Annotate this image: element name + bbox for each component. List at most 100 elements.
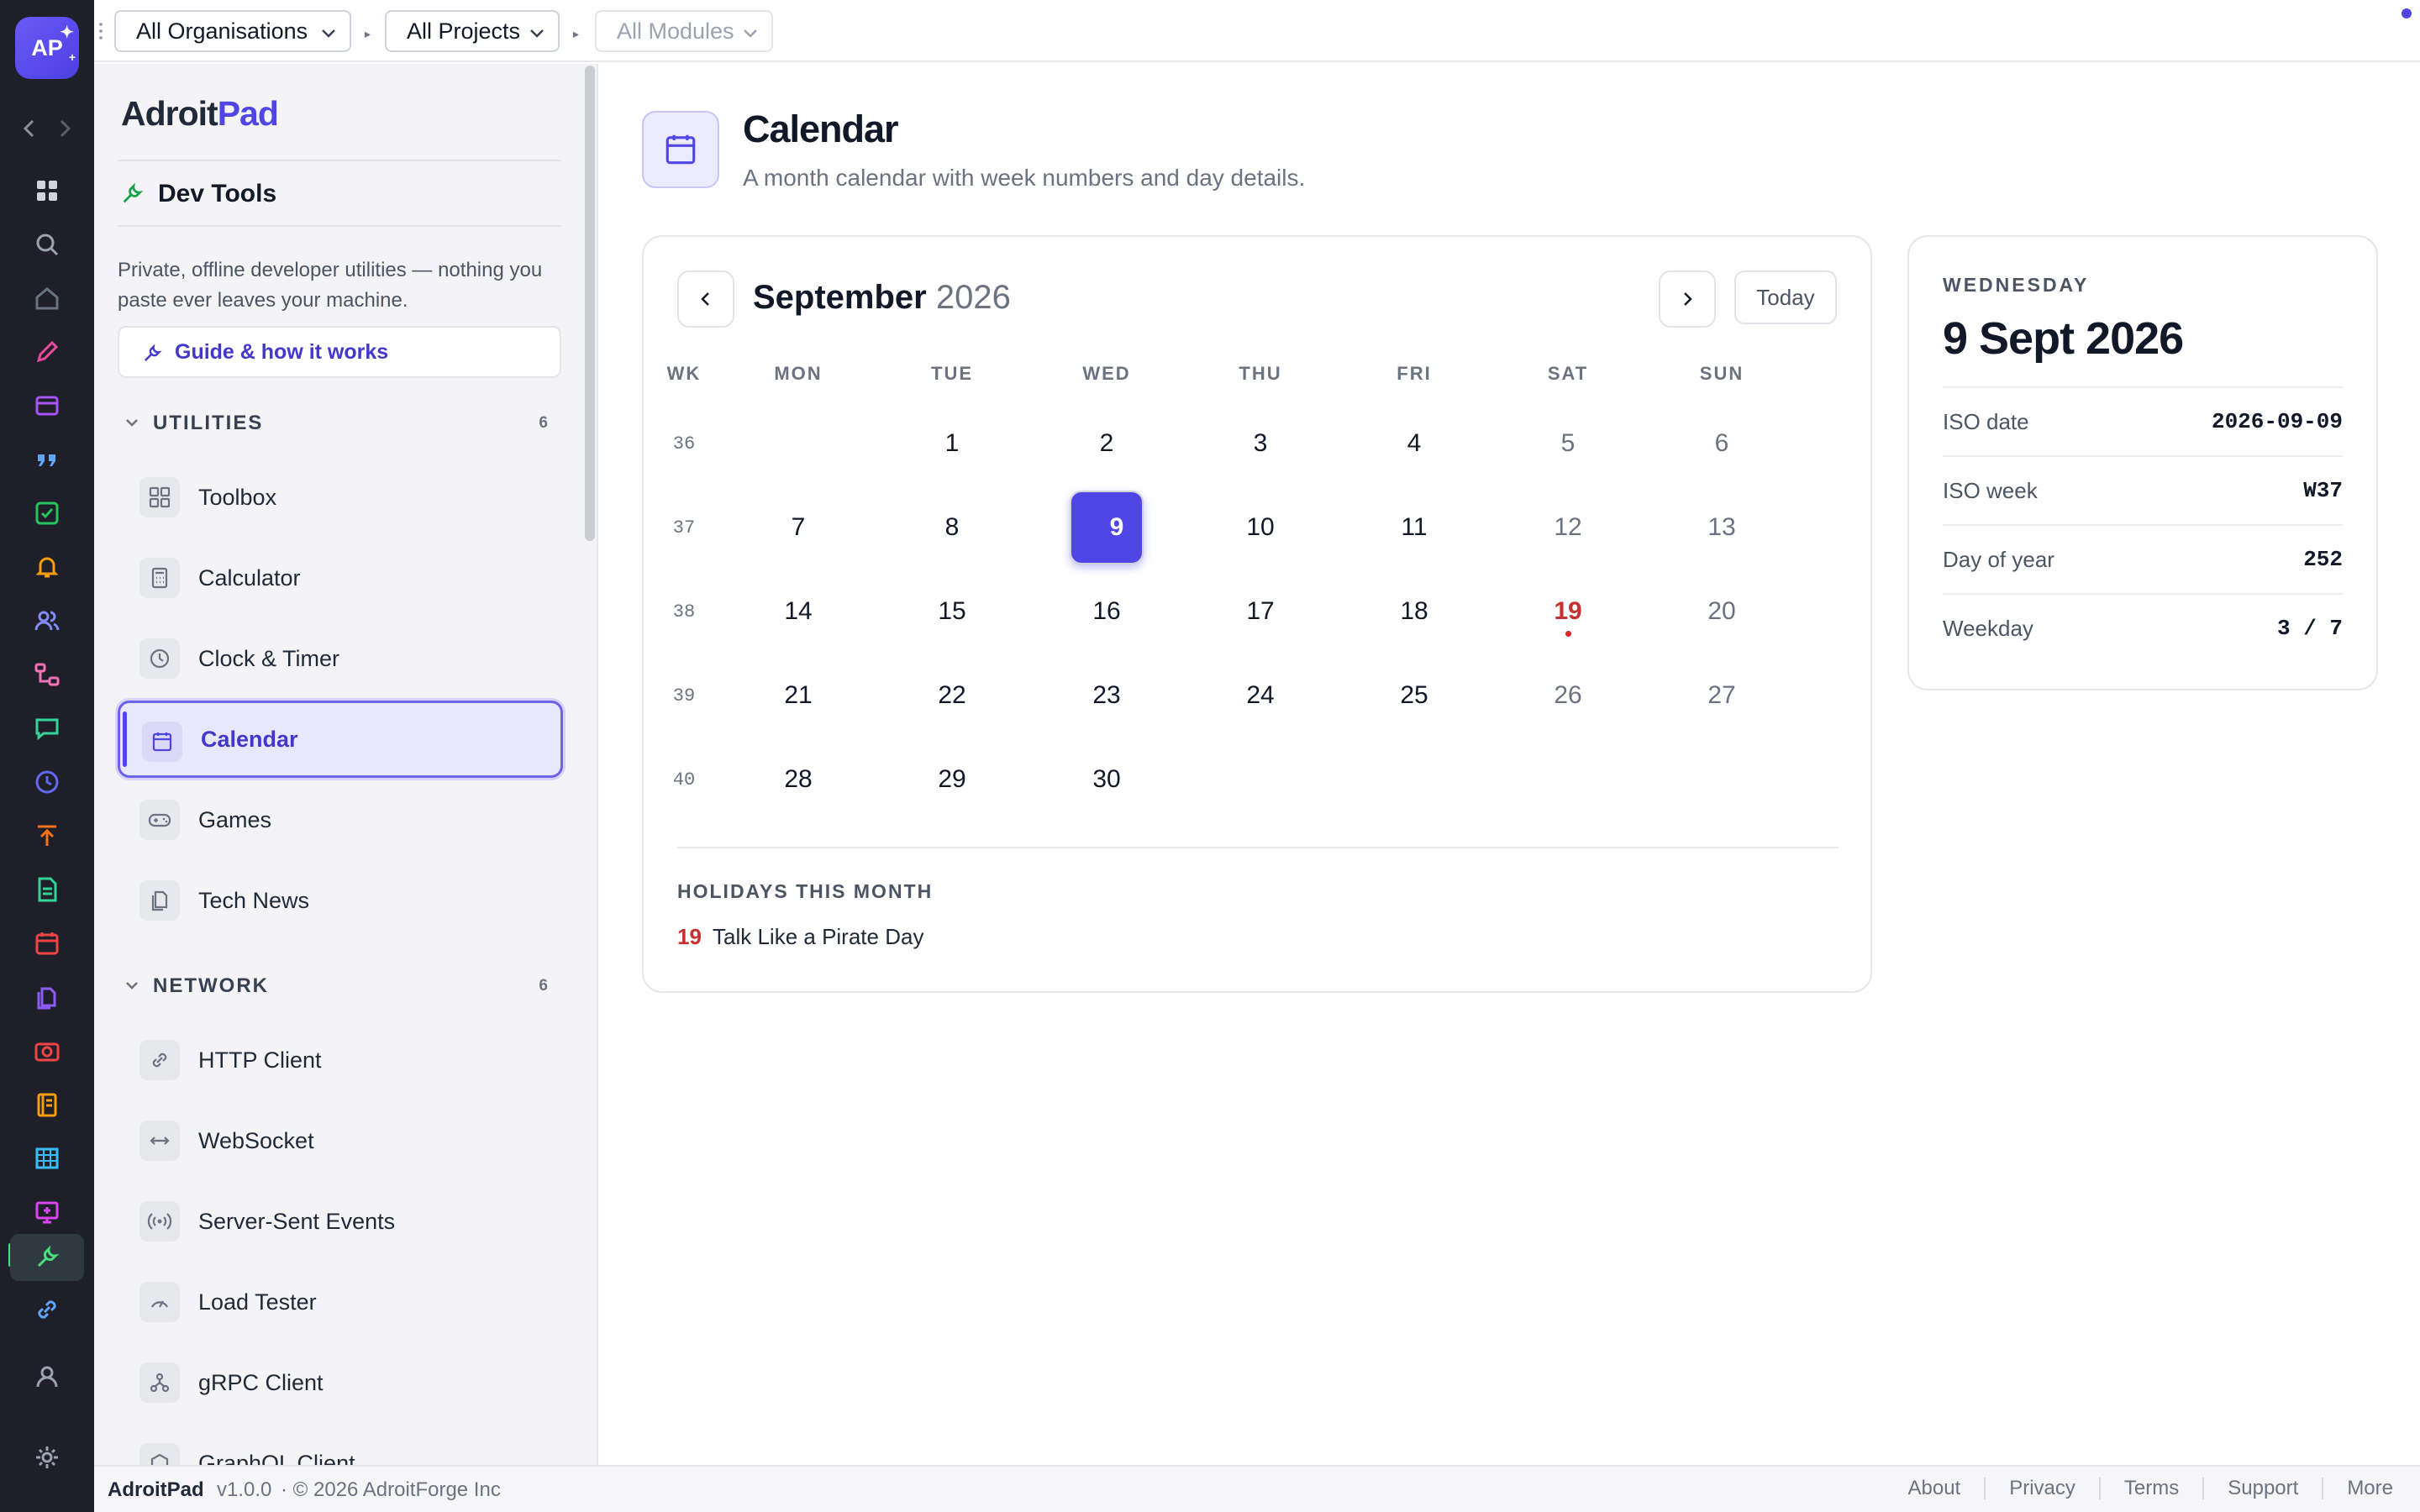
calendar-day[interactable]: 27 bbox=[1685, 659, 1759, 732]
calendar-day[interactable]: 14 bbox=[761, 575, 835, 648]
gauge-icon bbox=[139, 1282, 180, 1322]
clock-icon[interactable] bbox=[29, 764, 66, 801]
calendar-day[interactable]: 28 bbox=[761, 743, 835, 816]
calendar-day[interactable]: 5 bbox=[1531, 407, 1605, 480]
flow-icon[interactable] bbox=[29, 656, 66, 693]
sidebar-item-calendar[interactable]: Calendar bbox=[118, 701, 563, 778]
guide-button[interactable]: Guide & how it works bbox=[118, 326, 561, 378]
calendar-day[interactable]: 8 bbox=[915, 491, 989, 564]
drag-handle-icon[interactable] bbox=[99, 22, 103, 40]
sidebar-item-graphql-client[interactable]: GraphQL Client bbox=[118, 1425, 563, 1465]
calendar-day[interactable]: 2 bbox=[1070, 407, 1144, 480]
upload-icon[interactable] bbox=[29, 817, 66, 854]
calendar-day-holiday[interactable]: 19 bbox=[1531, 575, 1605, 648]
footer-link-terms[interactable]: Terms bbox=[2101, 1477, 2202, 1500]
sidebar-scrollbar[interactable] bbox=[585, 66, 595, 541]
document-icon[interactable] bbox=[29, 871, 66, 908]
calendar-day[interactable]: 7 bbox=[761, 491, 835, 564]
calendar-day[interactable]: 30 bbox=[1070, 743, 1144, 816]
app-logo[interactable]: AP ✦ + bbox=[15, 17, 79, 79]
section-header-utilities[interactable]: UTILITIES 6 bbox=[118, 407, 561, 440]
checkbox-icon[interactable] bbox=[29, 495, 66, 532]
calendar-day[interactable]: 18 bbox=[1377, 575, 1451, 648]
calendar-day[interactable]: 25 bbox=[1377, 659, 1451, 732]
users-icon[interactable] bbox=[29, 602, 66, 639]
weekday-header: MON bbox=[774, 363, 823, 384]
sidebar-item-calculator[interactable]: Calculator bbox=[118, 539, 563, 617]
sidebar-item-label: HTTP Client bbox=[198, 1047, 322, 1073]
calendar-day[interactable]: 13 bbox=[1685, 491, 1759, 564]
calendar-day[interactable]: 10 bbox=[1223, 491, 1297, 564]
footer-link-about[interactable]: About bbox=[1885, 1477, 1985, 1500]
calendar-day[interactable]: 22 bbox=[915, 659, 989, 732]
back-icon[interactable] bbox=[21, 116, 38, 141]
pencil-icon[interactable] bbox=[29, 333, 66, 370]
prev-month-button[interactable] bbox=[677, 270, 734, 328]
calendar-day[interactable]: 11 bbox=[1377, 491, 1451, 564]
calendar-icon[interactable] bbox=[29, 925, 66, 962]
calendar-day[interactable]: 4 bbox=[1377, 407, 1451, 480]
footer-version: v1.0.0 bbox=[217, 1478, 272, 1501]
sidebar-item-load-tester[interactable]: Load Tester bbox=[118, 1263, 563, 1341]
calendar-day[interactable]: 6 bbox=[1685, 407, 1759, 480]
search-icon[interactable] bbox=[29, 226, 66, 263]
table-icon[interactable] bbox=[29, 1140, 66, 1177]
sidebar-item-clock-timer[interactable]: Clock & Timer bbox=[118, 620, 563, 697]
day-details-card: WEDNESDAY 9 Sept 2026 ISO date 2026-09-09… bbox=[1907, 235, 2378, 690]
link-icon[interactable] bbox=[29, 1291, 66, 1328]
calendar-day[interactable]: 15 bbox=[915, 575, 989, 648]
next-month-button[interactable] bbox=[1659, 270, 1716, 328]
page-subtitle: A month calendar with week numbers and d… bbox=[743, 165, 1306, 191]
today-button[interactable]: Today bbox=[1734, 270, 1837, 324]
notebook-icon[interactable] bbox=[29, 1086, 66, 1123]
module-select[interactable]: All Modules bbox=[595, 10, 773, 52]
quote-icon[interactable] bbox=[29, 441, 66, 478]
clock-icon bbox=[139, 638, 180, 679]
toolbox-icon bbox=[139, 477, 180, 517]
settings-icon[interactable] bbox=[29, 1439, 66, 1476]
weekday-header: TUE bbox=[931, 363, 973, 384]
sidebar-item-http-client[interactable]: HTTP Client bbox=[118, 1021, 563, 1099]
footer-copyright: · © 2026 AdroitForge Inc bbox=[281, 1478, 501, 1501]
wrench-icon[interactable] bbox=[10, 1234, 84, 1281]
calendar-day[interactable]: 24 bbox=[1223, 659, 1297, 732]
footer-link-privacy[interactable]: Privacy bbox=[1986, 1477, 2099, 1500]
footer-link-more[interactable]: More bbox=[2323, 1477, 2393, 1500]
footer-link-support[interactable]: Support bbox=[2204, 1477, 2322, 1500]
sidebar-item-toolbox[interactable]: Toolbox bbox=[118, 459, 563, 536]
calendar-day[interactable]: 3 bbox=[1223, 407, 1297, 480]
calendar-day[interactable]: 12 bbox=[1531, 491, 1605, 564]
calendar-day-selected[interactable]: 9 bbox=[1070, 491, 1144, 564]
sidebar-item-label: GraphQL Client bbox=[198, 1450, 355, 1466]
sidebar-item-grpc-client[interactable]: gRPC Client bbox=[118, 1344, 563, 1421]
grid-icon[interactable] bbox=[29, 172, 66, 209]
sidebar-item-tech-news[interactable]: Tech News bbox=[118, 862, 563, 939]
forward-icon[interactable] bbox=[56, 116, 73, 141]
calendar-day[interactable]: 23 bbox=[1070, 659, 1144, 732]
calendar-day[interactable]: 1 bbox=[915, 407, 989, 480]
calendar-day[interactable]: 21 bbox=[761, 659, 835, 732]
week-number: 39 bbox=[672, 685, 696, 706]
organisation-select[interactable]: All Organisations bbox=[114, 10, 351, 52]
home-icon[interactable] bbox=[29, 280, 66, 317]
section-header-network[interactable]: NETWORK 6 bbox=[118, 969, 561, 1003]
calendar-day[interactable]: 29 bbox=[915, 743, 989, 816]
sidebar-item-label: Clock & Timer bbox=[198, 645, 340, 671]
project-select[interactable]: All Projects bbox=[385, 10, 560, 52]
sidebar-item-websocket[interactable]: WebSocket bbox=[118, 1102, 563, 1179]
presentation-icon[interactable] bbox=[29, 1194, 66, 1231]
calendar-day[interactable]: 26 bbox=[1531, 659, 1605, 732]
sidebar-item-games[interactable]: Games bbox=[118, 781, 563, 858]
calendar-day[interactable]: 20 bbox=[1685, 575, 1759, 648]
sidebar-item-server-sent-events[interactable]: Server-Sent Events bbox=[118, 1183, 563, 1260]
files-icon[interactable] bbox=[29, 979, 66, 1016]
calendar-day[interactable]: 16 bbox=[1070, 575, 1144, 648]
archive-icon[interactable] bbox=[29, 387, 66, 424]
calendar-day[interactable]: 17 bbox=[1223, 575, 1297, 648]
detail-row: Day of year 252 bbox=[1943, 524, 2343, 593]
user-icon[interactable] bbox=[29, 1358, 66, 1395]
bell-icon[interactable] bbox=[29, 549, 66, 585]
camera-icon[interactable] bbox=[29, 1032, 66, 1069]
chevron-down-icon bbox=[322, 29, 335, 38]
chat-icon[interactable] bbox=[29, 710, 66, 747]
